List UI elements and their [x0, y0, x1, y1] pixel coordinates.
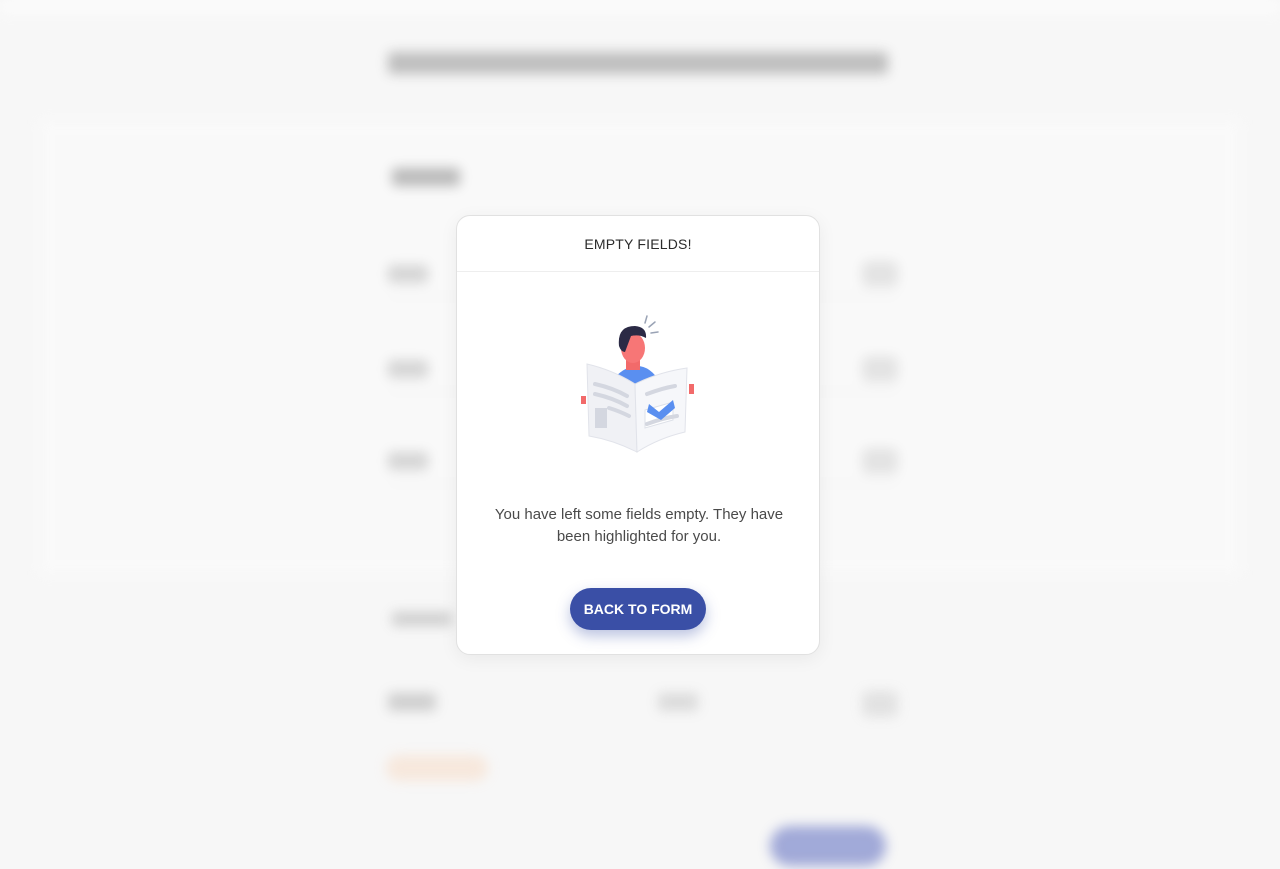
form-title-placeholder	[388, 52, 888, 74]
form-row	[388, 685, 898, 727]
section-label-placeholder	[392, 168, 460, 186]
person-reading-newspaper-icon	[581, 315, 694, 453]
modal-title: EMPTY FIELDS!	[457, 216, 819, 272]
orange-tag-placeholder	[386, 755, 488, 781]
section-label-placeholder	[392, 612, 452, 626]
submit-button-placeholder	[770, 826, 886, 866]
modal-message: You have left some fields empty. They ha…	[494, 506, 784, 545]
back-to-form-button[interactable]: BACK TO FORM	[570, 588, 706, 630]
empty-fields-modal: EMPTY FIELDS! You have left some fields	[456, 215, 820, 655]
top-bar	[0, 0, 1280, 14]
